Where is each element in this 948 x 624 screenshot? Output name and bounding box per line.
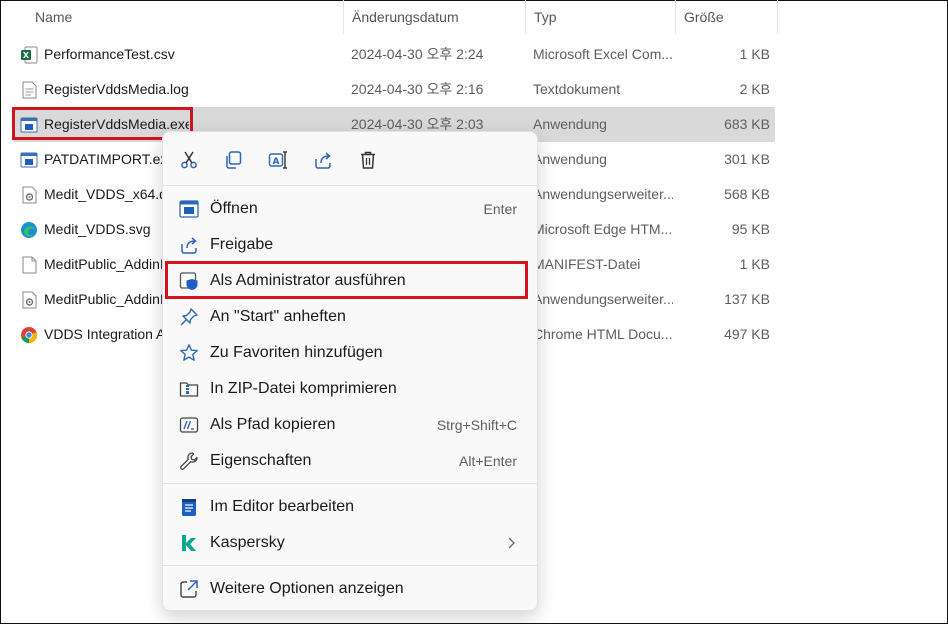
- file-type: MANIFEST-Datei: [533, 256, 641, 272]
- column-size-header[interactable]: Größe: [684, 0, 724, 34]
- file-size: 1 KB: [739, 256, 770, 272]
- pin-icon: [180, 308, 198, 326]
- menu-item-properties[interactable]: Eigenschaften Alt+Enter: [167, 443, 531, 479]
- share-icon: [315, 152, 331, 169]
- svg-text:A: A: [273, 157, 280, 167]
- delete-button[interactable]: [351, 144, 385, 176]
- excel-csv-icon: X: [21, 46, 38, 64]
- rename-icon: A: [268, 151, 287, 169]
- more-options-icon: [180, 580, 198, 598]
- column-divider[interactable]: [675, 0, 676, 34]
- file-type: Anwendung: [533, 151, 607, 167]
- column-divider[interactable]: [525, 0, 526, 34]
- menu-item-label: Zu Favoriten hinzufügen: [210, 344, 383, 361]
- star-icon: [180, 344, 198, 361]
- notepad-icon: [182, 499, 196, 516]
- menu-item-label: Als Pfad kopieren: [210, 416, 336, 433]
- menu-item-shortcut: Alt+Enter: [459, 453, 517, 469]
- copy-icon: [226, 151, 242, 169]
- menu-item-label: Freigabe: [210, 236, 274, 253]
- column-header: Name Änderungsdatum Typ Größe: [0, 0, 778, 34]
- share-button[interactable]: [306, 144, 340, 176]
- menu-item-edit-in-notepad[interactable]: Im Editor bearbeiten: [167, 489, 531, 525]
- file-size: 2 KB: [739, 81, 770, 97]
- blank-file-icon: [22, 256, 37, 274]
- file-date: 2024-04-30 오후 2:16: [351, 81, 484, 97]
- file-name: RegisterVddsMedia.log: [44, 81, 189, 97]
- text-document-icon: [22, 81, 37, 99]
- menu-item-open[interactable]: Öffnen Enter: [167, 191, 531, 227]
- column-divider[interactable]: [343, 0, 344, 34]
- menu-item-shortcut: Enter: [483, 201, 517, 217]
- cut-icon: [181, 151, 197, 169]
- application-icon: [20, 152, 38, 168]
- delete-icon: [361, 151, 375, 169]
- wrench-icon: [180, 452, 198, 470]
- file-type: Anwendungserweiter...: [533, 186, 673, 202]
- file-type: Microsoft Excel Com...: [533, 46, 673, 62]
- chrome-icon: [21, 327, 38, 344]
- rename-button[interactable]: A: [261, 144, 295, 176]
- menu-item-label: Im Editor bearbeiten: [210, 498, 355, 515]
- chevron-right-icon: [508, 537, 515, 549]
- menu-item-pin-to-start[interactable]: An "Start" anheften: [167, 299, 531, 335]
- menu-item-more-options[interactable]: Weitere Optionen anzeigen: [167, 571, 531, 607]
- kaspersky-icon: [182, 535, 196, 551]
- menu-divider: [163, 565, 537, 566]
- file-type: Microsoft Edge HTM...: [533, 221, 673, 237]
- menu-item-label: Öffnen: [210, 200, 258, 217]
- file-date: 2024-04-30 오후 2:24: [351, 46, 484, 62]
- open-app-icon: [179, 200, 199, 218]
- zip-folder-icon: [179, 382, 199, 397]
- menu-item-label: In ZIP-Datei komprimieren: [210, 380, 397, 397]
- menu-item-label: An "Start" anheften: [210, 308, 346, 325]
- file-row[interactable]: RegisterVddsMedia.log 2024-04-30 오후 2:16…: [14, 72, 775, 107]
- dll-file-icon: [22, 291, 37, 309]
- context-menu: A Öffnen Enter Freigabe Als Administrato…: [162, 131, 538, 611]
- dll-file-icon: [22, 186, 37, 204]
- edge-icon: [21, 222, 37, 238]
- menu-item-add-favorites[interactable]: Zu Favoriten hinzufügen: [167, 335, 531, 371]
- copy-button[interactable]: [216, 144, 250, 176]
- file-type: Anwendung: [533, 116, 607, 132]
- file-size: 1 KB: [739, 46, 770, 62]
- menu-item-label: Weitere Optionen anzeigen: [210, 580, 404, 597]
- menu-item-shortcut: Strg+Shift+C: [436, 417, 517, 433]
- file-size: 301 KB: [724, 151, 770, 167]
- share-icon: [181, 237, 197, 254]
- menu-item-share[interactable]: Freigabe: [167, 227, 531, 263]
- menu-item-kaspersky[interactable]: Kaspersky: [167, 525, 531, 561]
- file-type: Chrome HTML Docu...: [533, 326, 673, 342]
- run-as-admin-highlight: [165, 261, 528, 299]
- column-type-header[interactable]: Typ: [534, 0, 557, 34]
- menu-item-label: Eigenschaften: [210, 452, 312, 469]
- cut-button[interactable]: [172, 144, 206, 176]
- column-name-header[interactable]: Name: [35, 0, 72, 34]
- column-date-header[interactable]: Änderungsdatum: [352, 0, 459, 34]
- file-type: Textdokument: [533, 81, 621, 97]
- copy-path-icon: [179, 417, 199, 433]
- file-row[interactable]: X PerformanceTest.csv 2024-04-30 오후 2:24…: [14, 37, 775, 72]
- file-size: 683 KB: [724, 116, 770, 132]
- file-size: 137 KB: [724, 291, 770, 307]
- menu-divider: [163, 483, 537, 484]
- file-size: 568 KB: [724, 186, 770, 202]
- menu-divider: [163, 185, 537, 186]
- file-name: PerformanceTest.csv: [44, 46, 175, 62]
- file-type: Anwendungserweiter...: [533, 291, 673, 307]
- file-size: 95 KB: [731, 221, 770, 237]
- menu-item-copy-as-path[interactable]: Als Pfad kopieren Strg+Shift+C: [167, 407, 531, 443]
- menu-item-compress-zip[interactable]: In ZIP-Datei komprimieren: [167, 371, 531, 407]
- svg-text:X: X: [23, 51, 30, 60]
- menu-item-label: Kaspersky: [210, 534, 285, 551]
- file-size: 497 KB: [724, 326, 770, 342]
- column-divider[interactable]: [777, 0, 778, 34]
